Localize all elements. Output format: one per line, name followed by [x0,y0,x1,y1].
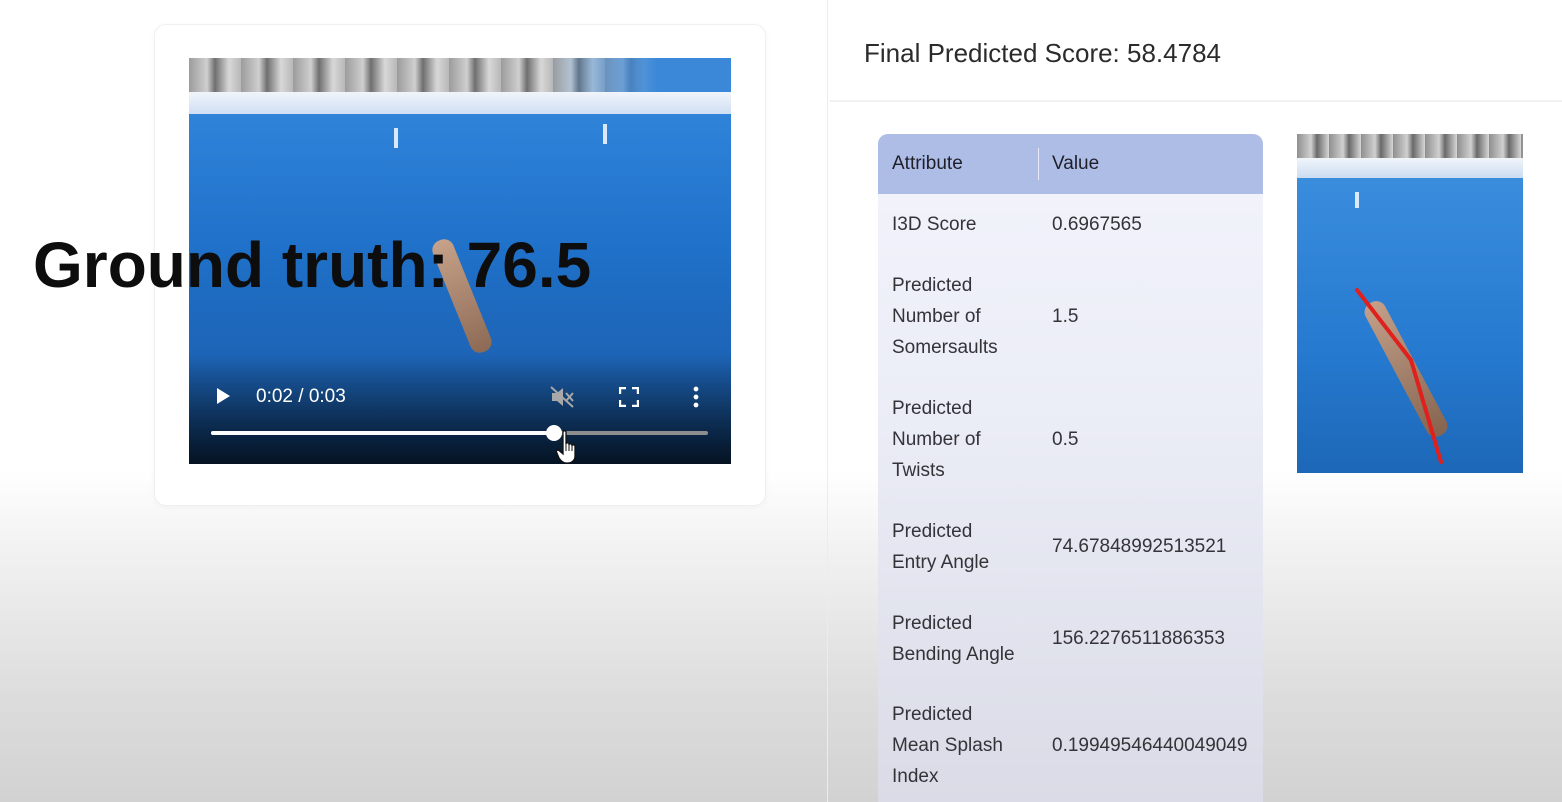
seek-bar[interactable] [211,425,708,441]
table-row: Predicted Entry Angle 74.67848992513521 [878,516,1263,578]
table-row: I3D Score 0.6967565 [878,209,1263,240]
muted-volume-icon[interactable] [549,385,575,409]
panel-divider [827,0,828,802]
row-attribute: Predicted Bending Angle [892,613,1015,665]
pose-estimation-image [1297,134,1523,473]
play-button[interactable] [217,388,230,404]
row-value: 0.5 [1052,429,1079,450]
attribute-table: Attribute Value I3D Score 0.6967565 Pred… [878,134,1263,802]
header-divider [830,100,1562,102]
table-row: Predicted Number of Somersaults 1.5 [878,270,1263,363]
row-attribute: I3D Score [892,214,977,235]
table-row: Predicted Mean Splash Index 0.1994954644… [878,699,1263,792]
final-predicted-score: Final Predicted Score: 58.4784 [864,38,1221,68]
more-options-icon[interactable] [693,386,699,408]
row-value: 1.5 [1052,306,1079,327]
pool-rail [189,92,731,114]
row-attribute: Predicted Entry Angle [892,521,990,573]
time-display: 0:02 / 0:03 [256,386,346,407]
row-attribute: Predicted Mean Splash Index [892,704,1003,787]
row-value: 74.67848992513521 [1052,536,1227,557]
row-value: 156.2276511886353 [1052,628,1225,649]
table-header: Attribute Value [878,134,1263,194]
header-value: Value [1052,153,1100,174]
row-attribute: Predicted Number of Twists [892,398,981,481]
header-attribute: Attribute [892,153,963,174]
row-value: 0.19949546440049049 [1052,735,1248,756]
hand-pointer-icon [556,430,576,464]
table-row: Predicted Number of Twists 0.5 [878,393,1263,486]
row-attribute: Predicted Number of Somersaults [892,275,998,358]
fullscreen-icon[interactable] [619,387,639,407]
ground-truth-overlay: Ground truth: 76.5 [33,229,592,301]
pose-skeleton [1355,288,1443,464]
seek-bar-progress [211,431,554,435]
table-row: Predicted Bending Angle 156.227651188635… [878,608,1263,670]
controls-overlay [189,354,731,464]
row-value: 0.6967565 [1052,214,1142,235]
